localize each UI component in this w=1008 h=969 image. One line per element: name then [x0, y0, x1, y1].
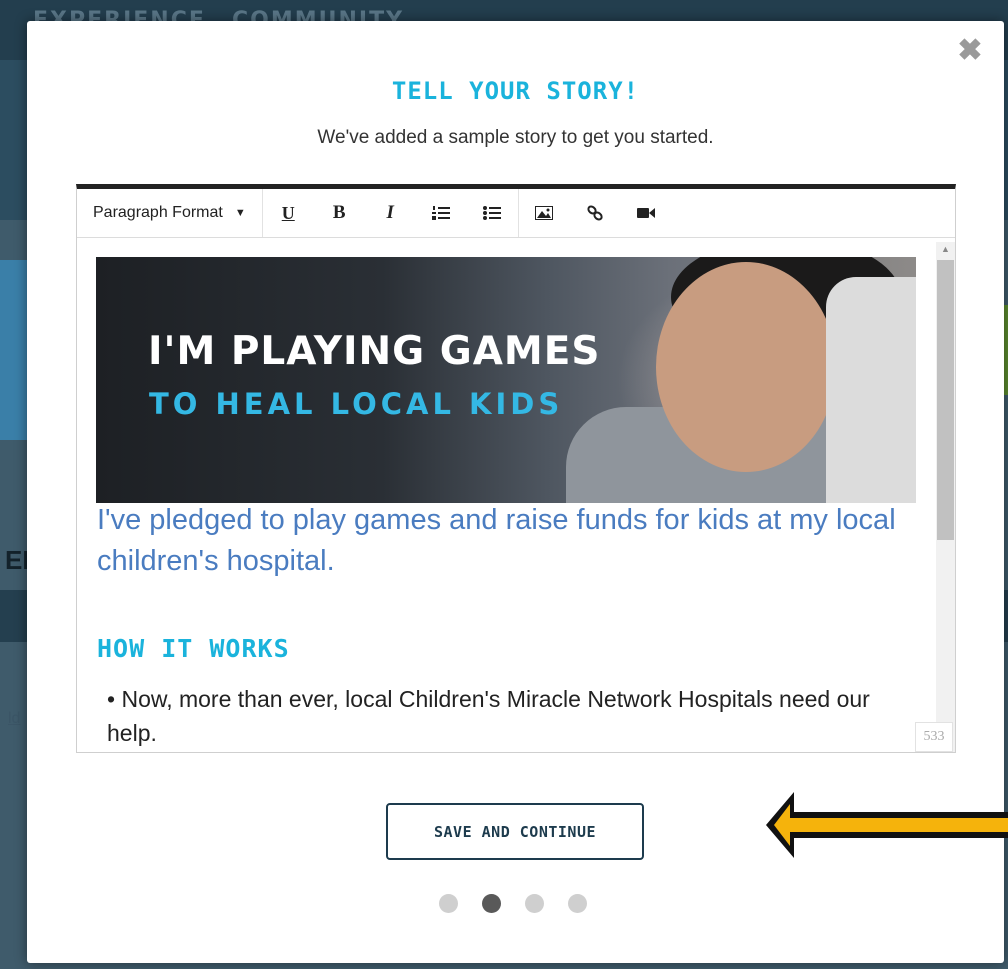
modal-title: TELL YOUR STORY!: [391, 77, 640, 105]
close-icon[interactable]: ✖: [956, 36, 984, 66]
step-dot-4[interactable]: [568, 894, 587, 913]
modal-subtitle: We've added a sample story to get you st…: [317, 127, 714, 148]
banner-headline: I'M PLAYING GAMES: [148, 329, 601, 374]
editor-scrollbar[interactable]: ▲ 533: [915, 242, 955, 752]
scroll-up-icon[interactable]: ▲: [936, 242, 955, 256]
background-image-fragment: [0, 260, 30, 440]
editor-toolbar: Paragraph Format ▼ U B I: [77, 189, 955, 238]
unordered-list-icon[interactable]: [467, 189, 518, 237]
link-icon[interactable]: [570, 189, 621, 237]
chevron-down-icon: ▼: [234, 207, 246, 219]
arrow-left-icon: [766, 792, 1008, 858]
paragraph-format-label: Paragraph Format: [93, 204, 223, 221]
italic-button[interactable]: I: [365, 189, 416, 237]
save-and-continue-button[interactable]: SAVE AND CONTINUE: [386, 803, 644, 860]
how-it-works-heading: HOW IT WORKS: [97, 634, 290, 663]
story-banner-image: I'M PLAYING GAMES TO HEAL LOCAL KIDS: [96, 257, 916, 503]
step-dot-3[interactable]: [525, 894, 544, 913]
character-counter: 533: [915, 722, 953, 752]
bold-button[interactable]: B: [314, 189, 365, 237]
list-item: • Now, more than ever, local Children's …: [107, 686, 870, 746]
story-editor[interactable]: Paragraph Format ▼ U B I I'M PLAYING GAM…: [76, 184, 956, 753]
background-link: ld: [8, 710, 21, 727]
banner-subheadline: TO HEAL LOCAL KIDS: [149, 387, 564, 421]
ordered-list-icon[interactable]: [416, 189, 467, 237]
pledge-text: I've pledged to play games and raise fun…: [97, 504, 896, 577]
paragraph-format-dropdown[interactable]: Paragraph Format ▼: [77, 189, 263, 237]
video-icon[interactable]: [621, 189, 672, 237]
step-dot-1[interactable]: [439, 894, 458, 913]
scroll-thumb[interactable]: [937, 260, 954, 540]
list-item-text: Now, more than ever, local Children's Mi…: [107, 686, 870, 746]
step-dot-2[interactable]: [482, 894, 501, 913]
step-pagination: [439, 894, 587, 913]
underline-button[interactable]: U: [263, 189, 314, 237]
image-icon[interactable]: [519, 189, 570, 237]
editor-content[interactable]: I'M PLAYING GAMES TO HEAL LOCAL KIDS I'v…: [77, 242, 935, 752]
